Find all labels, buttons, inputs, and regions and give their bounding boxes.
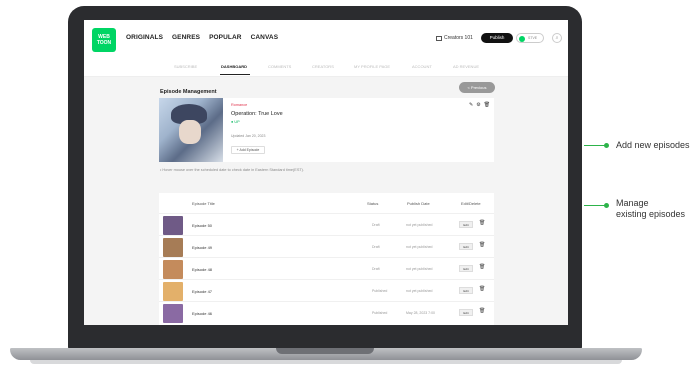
user-menu[interactable]: STVE — [516, 33, 544, 43]
dashboard-subnav: SUBSCRIBE DASHBOARD COMMENTS CREATORS MY… — [84, 58, 568, 77]
trash-icon[interactable]: 🗑 — [479, 308, 485, 314]
callout-line — [584, 145, 606, 146]
col-publish-date: Publish Date — [407, 201, 430, 206]
edit-button[interactable]: Edit — [459, 309, 473, 316]
tab-dashboard[interactable]: DASHBOARD — [221, 64, 247, 69]
creators-101-link[interactable]: Creators 101 — [436, 35, 473, 41]
laptop-notch — [276, 348, 374, 354]
edit-button[interactable]: Edit — [459, 221, 473, 228]
app-screen: WEB TOON ORIGINALS GENRES POPULAR CANVAS… — [84, 20, 568, 325]
user-label: STVE — [528, 36, 538, 40]
up-badge-label: UP — [234, 120, 240, 124]
series-updated-date: Updated Jan 20, 2023 — [231, 134, 266, 138]
nav-item-popular[interactable]: POPULAR — [209, 34, 241, 41]
episode-status: Published — [372, 289, 388, 293]
episode-title: Episode 48 — [192, 267, 213, 272]
active-tab-indicator — [220, 74, 250, 75]
episode-title: Episode 49 — [192, 245, 213, 250]
col-episode-title: Episode Title — [192, 201, 215, 206]
main-nav: ORIGINALS GENRES POPULAR CANVAS — [126, 34, 278, 41]
table-row: Episode 46 Published May 28, 2023 7:00 E… — [159, 301, 494, 324]
settings-icon[interactable]: ⚙ — [476, 102, 480, 108]
book-icon — [436, 35, 442, 41]
trash-icon[interactable]: 🗑 — [484, 102, 490, 108]
edit-button[interactable]: Edit — [459, 243, 473, 250]
up-badge: ● UP — [231, 120, 240, 124]
table-row: Episode 49 Draft not yet published Edit … — [159, 235, 494, 258]
episode-date: not yet published — [406, 267, 433, 271]
edit-button[interactable]: Edit — [459, 265, 473, 272]
tab-account[interactable]: ACCOUNT — [412, 64, 432, 69]
cover-art-face — [179, 120, 201, 144]
callout-dot — [604, 143, 609, 148]
table-row: Episode 48 Draft not yet published Edit … — [159, 257, 494, 280]
callout-line — [584, 205, 606, 206]
table-row: Episode 50 Draft not yet published Edit … — [159, 213, 494, 236]
episode-status: Draft — [372, 223, 380, 227]
episode-title: Episode 46 — [192, 311, 213, 316]
episode-status: Draft — [372, 267, 380, 271]
callout-add-new-text: Add new episodes — [616, 140, 690, 150]
episode-date: not yet published — [406, 289, 433, 293]
tab-subscribe[interactable]: SUBSCRIBE — [174, 64, 197, 69]
add-episode-button[interactable]: + Add Episode — [231, 146, 265, 154]
laptop-shadow — [30, 360, 622, 364]
episode-title: Episode 50 — [192, 223, 213, 228]
series-cover-image — [159, 98, 223, 162]
edit-pencil-icon[interactable]: ✎ — [469, 102, 473, 108]
series-actions: ✎ ⚙ 🗑 — [469, 102, 490, 108]
col-status: Status — [367, 201, 379, 206]
callout-manage-text-2: existing episodes — [616, 209, 686, 219]
search-icon[interactable]: ⌕ — [552, 33, 562, 43]
episode-status: Draft — [372, 245, 380, 249]
callout-dot — [604, 203, 609, 208]
top-navigation-bar: WEB TOON ORIGINALS GENRES POPULAR CANVAS… — [84, 20, 568, 59]
episode-title: Episode 47 — [192, 289, 213, 294]
webtoon-logo[interactable]: WEB TOON — [92, 28, 116, 52]
episode-date: not yet published — [406, 245, 433, 249]
edit-button[interactable]: Edit — [459, 287, 473, 294]
trash-icon[interactable]: 🗑 — [479, 220, 485, 226]
episode-thumbnail — [163, 282, 183, 301]
series-title: Operation: True Love — [231, 111, 283, 117]
episode-thumbnail — [163, 304, 183, 323]
trash-icon[interactable]: 🗑 — [479, 264, 485, 270]
avatar — [519, 35, 525, 42]
tab-ad-revenue[interactable]: AD REVENUE — [453, 64, 479, 69]
episode-date: not yet published — [406, 223, 433, 227]
series-genre: Romance — [231, 103, 248, 107]
episode-table: Episode Title Status Publish Date Edit/D… — [159, 193, 494, 325]
tab-comments[interactable]: COMMENTS — [268, 64, 291, 69]
nav-item-genres[interactable]: GENRES — [172, 34, 200, 41]
callout-manage-text-1: Manage — [616, 198, 649, 208]
series-card: Romance Operation: True Love ● UP Update… — [159, 98, 494, 162]
episode-thumbnail — [163, 216, 183, 235]
episode-thumbnail — [163, 260, 183, 279]
trash-icon[interactable]: 🗑 — [479, 242, 485, 248]
episode-date: May 28, 2023 7:00 — [406, 311, 435, 315]
trash-icon[interactable]: 🗑 — [479, 286, 485, 292]
col-edit-delete: Edit/Delete — [461, 201, 481, 206]
creators-label: Creators 101 — [444, 35, 473, 41]
tab-my-profile-page[interactable]: MY PROFILE PAGE — [354, 64, 390, 69]
publish-button[interactable]: Publish — [481, 33, 513, 43]
previous-button[interactable]: < Previous — [459, 82, 495, 93]
episode-status: Published — [372, 311, 388, 315]
table-header: Episode Title Status Publish Date Edit/D… — [159, 199, 494, 209]
timezone-notice: • Hover mouse over the scheduled date to… — [160, 168, 304, 172]
table-row: Episode 47 Published not yet published E… — [159, 279, 494, 302]
page-title: Episode Management — [160, 89, 217, 95]
nav-item-originals[interactable]: ORIGINALS — [126, 34, 163, 41]
episode-thumbnail — [163, 238, 183, 257]
nav-item-canvas[interactable]: CANVAS — [251, 34, 279, 41]
tab-creators[interactable]: CREATORS — [312, 64, 334, 69]
